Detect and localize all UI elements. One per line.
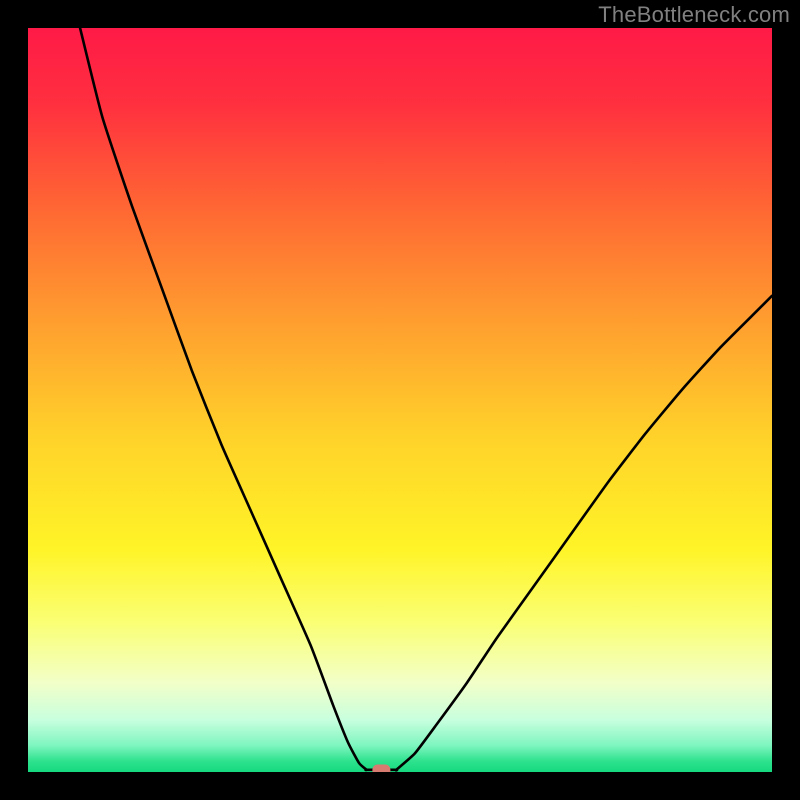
watermark-text: TheBottleneck.com: [598, 2, 790, 28]
plot-area: [28, 28, 772, 772]
chart-frame: TheBottleneck.com: [0, 0, 800, 800]
chart-svg: [28, 28, 772, 772]
optimal-point-marker: [372, 765, 390, 773]
gradient-background: [28, 28, 772, 772]
